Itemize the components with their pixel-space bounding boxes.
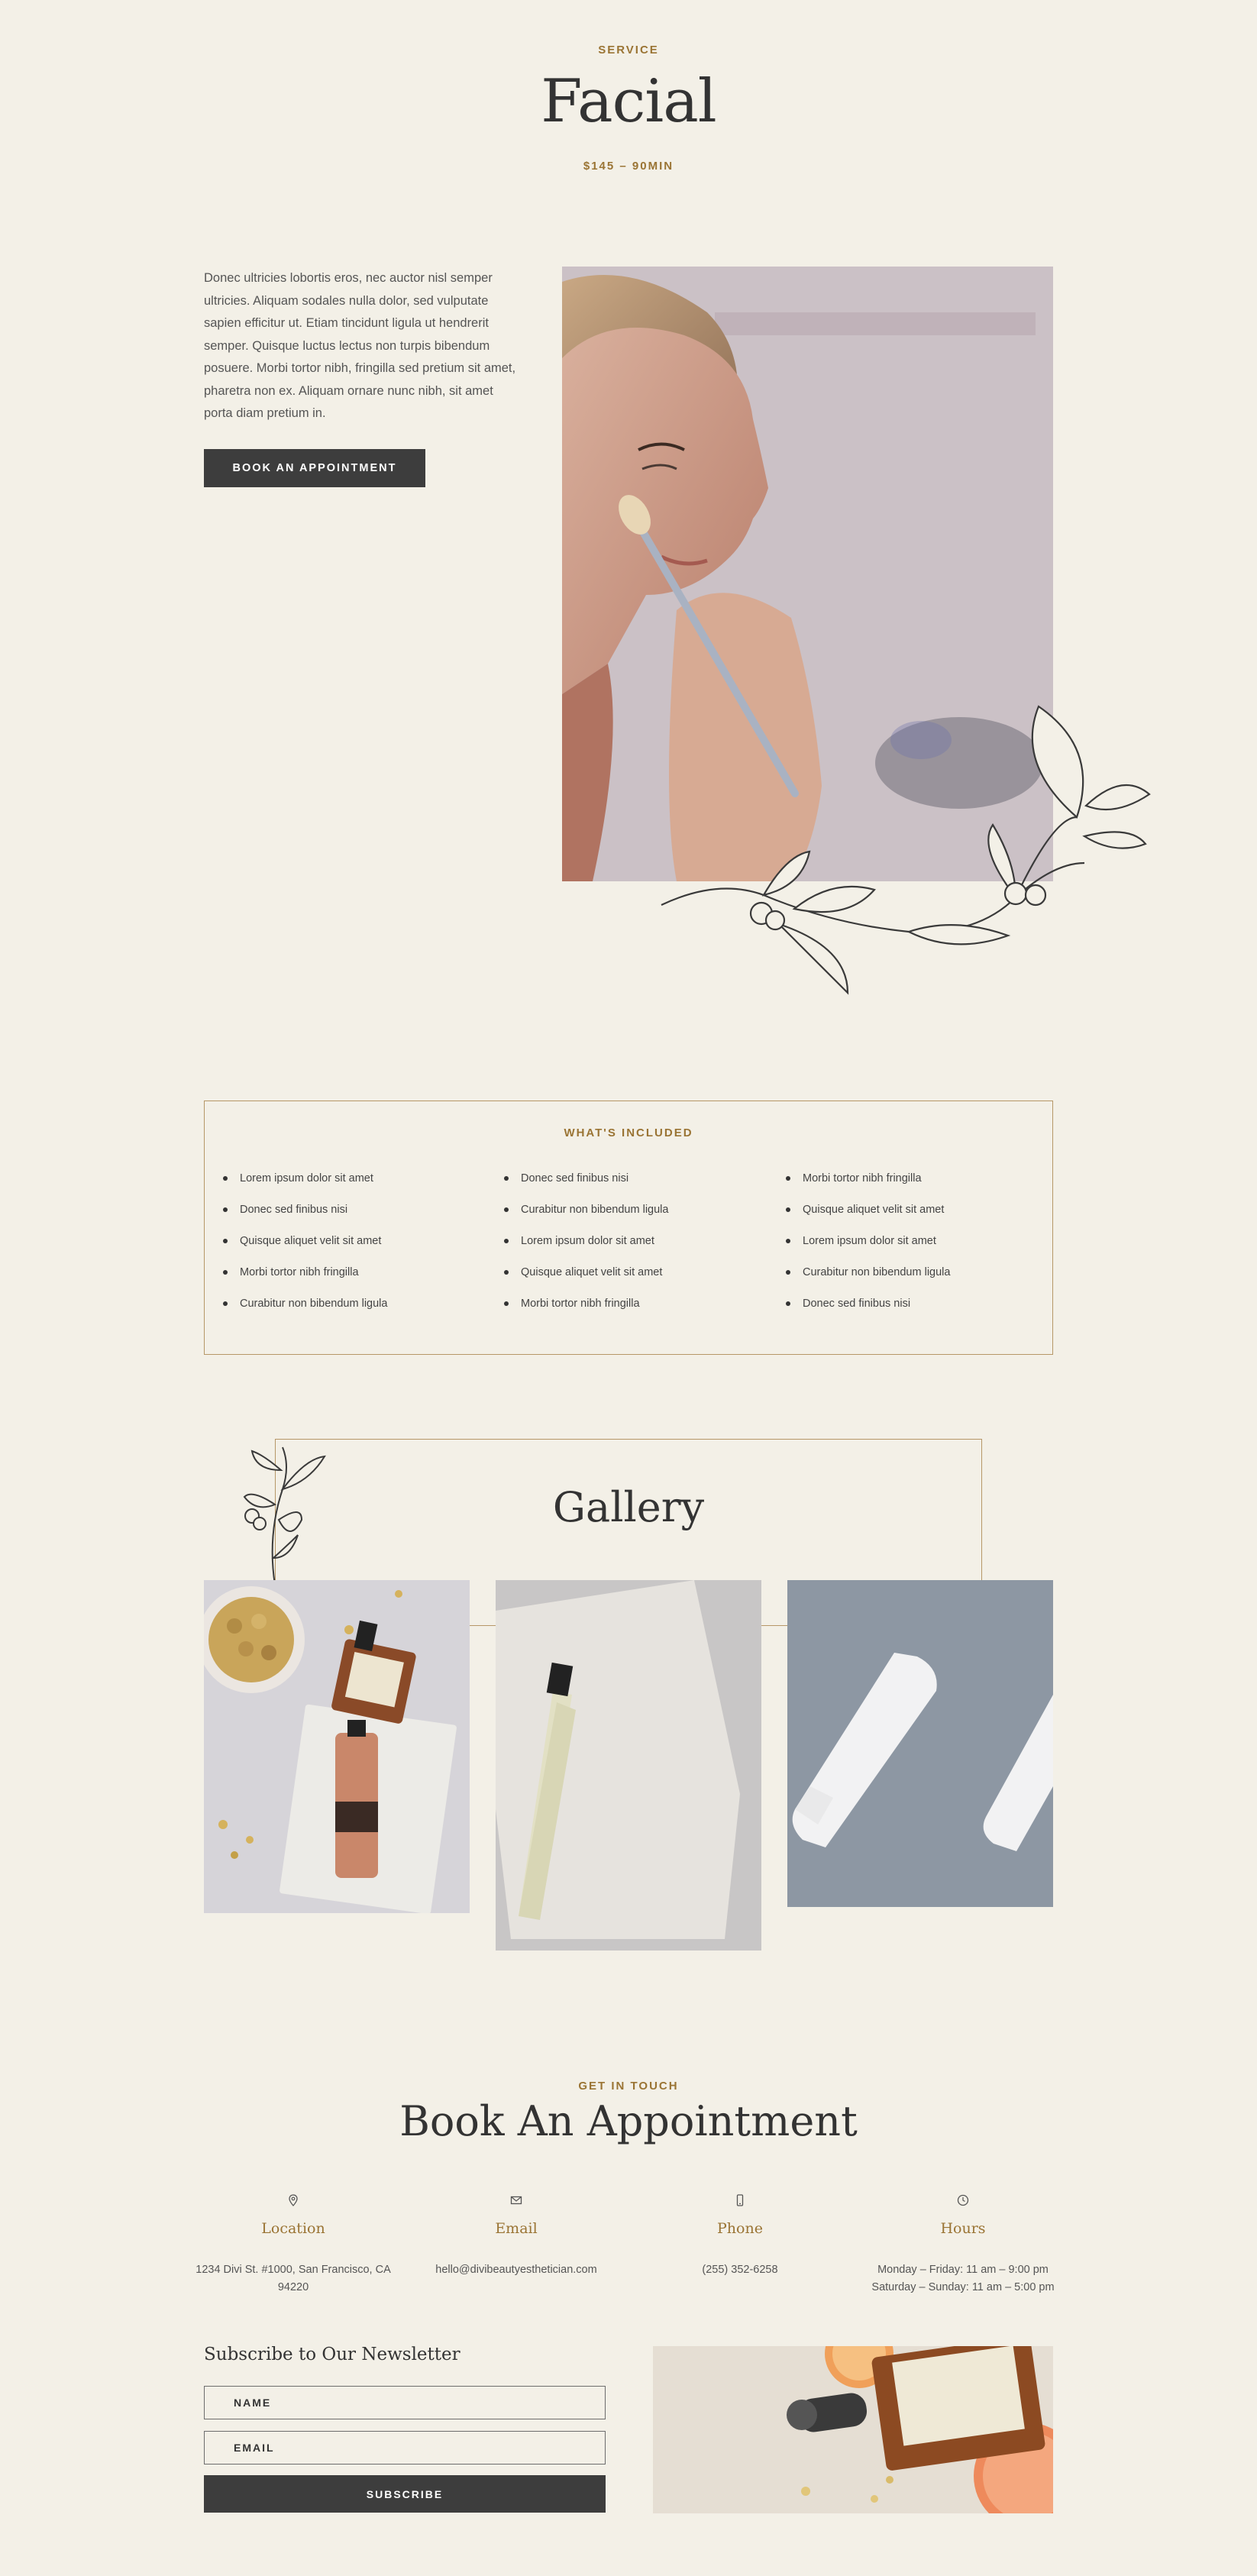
list-item: Quisque aliquet velit sit amet: [784, 1203, 1036, 1234]
contact-title: Book An Appointment: [399, 2097, 858, 2145]
gallery-image-tube-on-paper[interactable]: [496, 1580, 761, 1951]
contact-phone: Phone (255) 352-6258: [632, 2193, 848, 2279]
phone-label: Phone: [717, 2220, 763, 2237]
list-item: Curabitur non bibendum ligula: [502, 1203, 755, 1234]
list-item: Lorem ipsum dolor sit amet: [502, 1234, 755, 1265]
list-item: Curabitur non bibendum ligula: [221, 1297, 473, 1328]
list-item: Lorem ipsum dolor sit amet: [784, 1234, 1036, 1265]
email-value[interactable]: hello@divibeautyesthetician.com: [409, 2261, 624, 2279]
location-pin-icon: [289, 2194, 298, 2206]
list-item: Morbi tortor nibh fringilla: [502, 1297, 755, 1328]
list-item: Morbi tortor nibh fringilla: [784, 1172, 1036, 1203]
list-item: Donec sed finibus nisi: [784, 1297, 1036, 1328]
included-list-1: Lorem ipsum dolor sit amet Donec sed fin…: [221, 1172, 473, 1328]
serum-bottle-photo: [653, 2346, 1053, 2513]
list-item: Quisque aliquet velit sit amet: [502, 1265, 755, 1297]
gallery-title: Gallery: [552, 1483, 705, 1531]
contact-eyebrow: GET IN TOUCH: [578, 2080, 679, 2093]
newsletter-title: Subscribe to Our Newsletter: [204, 2345, 460, 2364]
list-item: Morbi tortor nibh fringilla: [221, 1265, 473, 1297]
list-item: Curabitur non bibendum ligula: [784, 1265, 1036, 1297]
contact-email: Email hello@divibeautyesthetician.com: [409, 2193, 624, 2279]
gallery-image-skincare-tube-jar[interactable]: [204, 1580, 470, 1913]
newsletter-email-input[interactable]: [204, 2431, 606, 2464]
list-item: Quisque aliquet velit sit amet: [221, 1234, 473, 1265]
phone-icon: [736, 2194, 744, 2206]
list-item: Lorem ipsum dolor sit amet: [221, 1172, 473, 1203]
newsletter-name-input[interactable]: [204, 2386, 606, 2419]
phone-value[interactable]: (255) 352-6258: [632, 2261, 848, 2279]
botanical-leaves-decoration: [661, 705, 1151, 995]
page-title: Facial: [541, 67, 716, 136]
included-list-3: Morbi tortor nibh fringilla Quisque aliq…: [784, 1172, 1036, 1328]
hours-value: Monday – Friday: 11 am – 9:00 pm Saturda…: [871, 2264, 1055, 2293]
email-label: Email: [495, 2220, 538, 2237]
service-price: $145 – 90MIN: [583, 160, 674, 173]
service-eyebrow: SERVICE: [598, 44, 659, 57]
whats-included-box: WHAT'S INCLUDED Lorem ipsum dolor sit am…: [204, 1101, 1053, 1355]
gallery-image-white-tubes[interactable]: [787, 1580, 1053, 1907]
list-item: Donec sed finibus nisi: [221, 1203, 473, 1234]
hours-label: Hours: [940, 2220, 986, 2237]
list-item: Donec sed finibus nisi: [502, 1172, 755, 1203]
subscribe-button[interactable]: SUBSCRIBE: [204, 2475, 606, 2513]
location-value: 1234 Divi St. #1000, San Francisco, CA 9…: [195, 2264, 391, 2293]
whats-included-title: WHAT'S INCLUDED: [564, 1126, 693, 1139]
contact-hours: Hours Monday – Friday: 11 am – 9:00 pm S…: [855, 2193, 1071, 2296]
contact-location: Location 1234 Divi St. #1000, San Franci…: [186, 2193, 401, 2296]
included-list-2: Donec sed finibus nisi Curabitur non bib…: [502, 1172, 755, 1328]
book-appointment-button[interactable]: BOOK AN APPOINTMENT: [204, 449, 425, 487]
location-label: Location: [261, 2220, 325, 2237]
clock-icon: [957, 2194, 969, 2206]
service-description: Donec ultricies lobortis eros, nec aucto…: [204, 271, 516, 420]
envelope-icon: [510, 2196, 522, 2205]
